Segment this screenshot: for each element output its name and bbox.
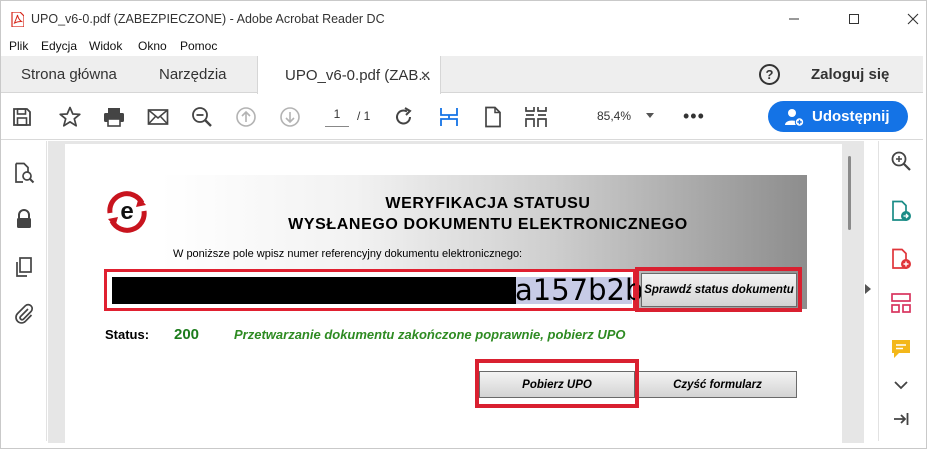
- rotate-button[interactable]: [391, 104, 417, 130]
- menu-okno[interactable]: Okno: [138, 39, 167, 53]
- window-title: UPO_v6-0.pdf (ZABEZPIECZONE) - Adobe Acr…: [31, 12, 385, 26]
- vertical-scrollbar[interactable]: [848, 156, 851, 230]
- menu-pomoc[interactable]: Pomoc: [180, 39, 217, 53]
- share-button-label: Udostępnij: [812, 108, 890, 125]
- highlight-frame-download: [475, 359, 639, 408]
- comment-icon: [892, 340, 910, 358]
- collapse-right-panel-icon[interactable]: [865, 284, 871, 294]
- share-button[interactable]: Udostępnij: [768, 101, 908, 132]
- lock-icon: [17, 209, 31, 228]
- mail-icon: [147, 109, 169, 125]
- form-heading: WERYFIKACJA STATUSU WYSŁANEGO DOKUMENTU …: [241, 193, 735, 235]
- more-tools-expand[interactable]: [889, 373, 913, 397]
- tab-home[interactable]: Strona główna: [21, 56, 117, 93]
- copy-icon: [16, 257, 32, 277]
- email-button[interactable]: [145, 104, 171, 130]
- attachments-button[interactable]: [12, 301, 36, 325]
- acrobat-window: UPO_v6-0.pdf (ZABEZPIECZONE) - Adobe Acr…: [0, 0, 927, 449]
- search-tool-button[interactable]: [889, 149, 913, 173]
- zoom-dropdown-icon[interactable]: [646, 113, 654, 118]
- status-label: Status:: [105, 327, 150, 342]
- tab-bar: Strona główna Narzędzia UPO_v6-0.pdf (ZA…: [1, 56, 923, 94]
- status-message: Przetwarzanie dokumentu zakończone popra…: [234, 327, 626, 342]
- more-tools-button[interactable]: •••: [683, 106, 705, 127]
- page-number-input[interactable]: 1: [325, 107, 349, 127]
- save-button[interactable]: [9, 104, 35, 130]
- next-page-button[interactable]: [277, 104, 303, 130]
- collapse-arrow-icon: [894, 413, 909, 425]
- document-logo: e: [107, 191, 147, 233]
- right-tools-rail: [878, 141, 923, 441]
- page-icon: [485, 106, 501, 128]
- print-button[interactable]: [101, 104, 127, 130]
- help-icon[interactable]: ?: [759, 64, 780, 85]
- status-code: 200: [174, 326, 200, 343]
- tab-document[interactable]: UPO_v6-0.pdf (ZAB... ✕: [257, 56, 441, 94]
- pdf-app-icon: [11, 12, 24, 27]
- bookmark-star-button[interactable]: [57, 104, 83, 130]
- menu-widok[interactable]: Widok: [89, 39, 122, 53]
- add-user-icon: [785, 109, 804, 127]
- maximize-icon: [849, 14, 859, 24]
- minimize-button[interactable]: [779, 7, 809, 31]
- export-pdf-button[interactable]: [889, 199, 913, 223]
- arrow-up-circle-icon: [236, 107, 256, 127]
- organize-pages-button[interactable]: [889, 291, 913, 315]
- previous-page-button[interactable]: [233, 104, 259, 130]
- zoom-out-button[interactable]: [189, 104, 215, 130]
- svg-text:e: e: [120, 198, 133, 225]
- highlight-frame-check: [635, 267, 802, 312]
- clear-form-button[interactable]: Czyść formularz: [638, 371, 797, 398]
- rotate-icon: [396, 107, 412, 125]
- close-tab-icon[interactable]: ✕: [420, 68, 431, 84]
- login-link[interactable]: Zaloguj się: [811, 66, 889, 83]
- minimize-icon: [789, 18, 799, 20]
- export-pdf-icon: [892, 200, 911, 221]
- page-search-icon: [15, 162, 35, 184]
- close-window-button[interactable]: [898, 7, 926, 31]
- form-heading-line2: WYSŁANEGO DOKUMENTU ELEKTRONICZNEGO: [288, 216, 688, 233]
- security-button[interactable]: [12, 207, 36, 231]
- fit-width-icon: [440, 108, 458, 126]
- paperclip-icon: [15, 303, 34, 324]
- left-navigation-rail: [1, 141, 47, 441]
- two-pages-icon: [525, 107, 547, 127]
- comment-button[interactable]: [889, 337, 913, 361]
- create-pdf-button[interactable]: [889, 247, 913, 271]
- page-total: / 1: [357, 109, 371, 123]
- star-icon: [59, 106, 81, 127]
- zoom-level[interactable]: 85,4%: [597, 109, 631, 123]
- save-icon: [13, 108, 31, 126]
- page-layout-button[interactable]: [523, 104, 549, 130]
- redaction-bar: [112, 277, 516, 304]
- zoom-out-icon: [192, 107, 212, 127]
- menu-bar: Plik Edycja Widok Okno Pomoc: [1, 37, 926, 55]
- reference-number-visible: a157b2b: [515, 273, 644, 307]
- tab-tools[interactable]: Narzędzia: [159, 56, 227, 93]
- organize-pages-icon: [891, 293, 911, 313]
- copy-pages-button[interactable]: [12, 255, 36, 279]
- tab-document-label: UPO_v6-0.pdf (ZAB...: [285, 66, 431, 84]
- single-page-button[interactable]: [480, 104, 506, 130]
- form-heading-line1: WERYFIKACJA STATUSU: [385, 195, 591, 212]
- collapse-tools-pane[interactable]: [889, 407, 913, 431]
- menu-edycja[interactable]: Edycja: [41, 39, 77, 53]
- maximize-button[interactable]: [839, 7, 869, 31]
- fit-page-button[interactable]: [436, 104, 462, 130]
- close-icon: [907, 13, 919, 25]
- chevron-down-icon: [894, 381, 908, 390]
- title-bar: UPO_v6-0.pdf (ZABEZPIECZONE) - Adobe Acr…: [1, 1, 926, 37]
- reference-number-field[interactable]: a157b2b: [104, 269, 643, 311]
- create-pdf-icon: [892, 248, 911, 269]
- page-thumbnails-button[interactable]: [12, 161, 36, 185]
- zoom-search-icon: [891, 151, 911, 171]
- printer-icon: [104, 108, 124, 127]
- toolbar: 1 / 1 85,4% ••• Udostępnij: [1, 94, 923, 140]
- arrow-down-circle-icon: [280, 107, 300, 127]
- menu-plik[interactable]: Plik: [9, 39, 28, 53]
- form-instruction: W poniższe pole wpisz numer referencyjny…: [173, 248, 523, 260]
